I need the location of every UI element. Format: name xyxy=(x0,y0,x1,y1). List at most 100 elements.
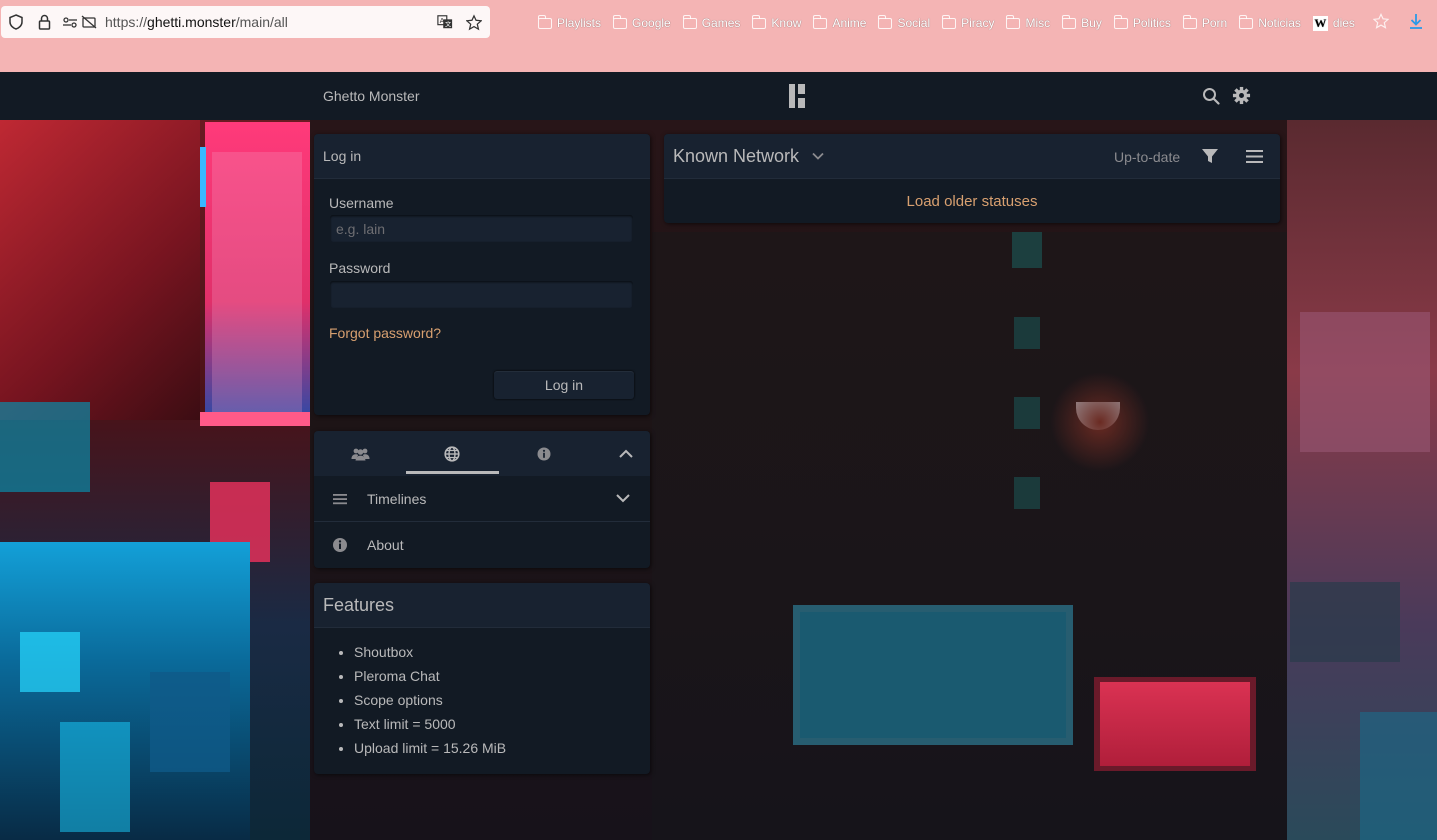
browser-chrome: https://ghetti.monster/main/all A文 Playl… xyxy=(0,0,1437,72)
bookmark-label: Google xyxy=(632,16,671,30)
list-item: Scope options xyxy=(354,692,506,716)
password-input[interactable] xyxy=(330,281,633,308)
nav-item-label: Timelines xyxy=(367,491,427,507)
info-icon xyxy=(333,538,347,552)
folder-icon xyxy=(752,14,767,29)
timeline-status: Up-to-date xyxy=(1114,149,1181,165)
bookmark-folder-anime[interactable]: Anime xyxy=(813,14,867,30)
folder-icon xyxy=(878,14,893,29)
wikipedia-icon: W xyxy=(1312,15,1328,31)
features-panel: Features Shoutbox Pleroma Chat Scope opt… xyxy=(314,583,650,774)
chevron-down-icon[interactable] xyxy=(811,149,825,163)
bookmark-folder-google[interactable]: Google xyxy=(613,14,671,30)
instance-name[interactable]: Ghetto Monster xyxy=(323,88,420,104)
bookmark-label: dies xyxy=(1332,16,1355,30)
users-icon xyxy=(351,448,369,460)
bookmark-folder-noticias[interactable]: Noticias xyxy=(1239,14,1301,30)
bookmark-folder-porn[interactable]: Porn xyxy=(1182,14,1228,30)
bookmark-label: Piracy xyxy=(961,16,995,30)
bookmark-folder-buy[interactable]: Buy xyxy=(1062,14,1102,30)
tracking-blocked-icon[interactable] xyxy=(81,14,97,30)
tab-about[interactable] xyxy=(498,431,590,476)
translate-icon[interactable]: A文 xyxy=(437,14,453,30)
lock-icon[interactable] xyxy=(36,14,52,30)
bookmark-folder-piracy[interactable]: Piracy xyxy=(942,14,995,30)
pleroma-logo-icon[interactable] xyxy=(789,84,805,108)
username-input[interactable] xyxy=(330,215,633,242)
downloads-icon[interactable] xyxy=(1408,13,1424,35)
info-circle-icon xyxy=(537,447,551,460)
timeline-panel: Known Network Up-to-date Load older stat… xyxy=(664,134,1280,223)
bookmark-label: Politics xyxy=(1132,16,1171,30)
login-title: Log in xyxy=(323,148,362,164)
bookmark-label: Playlists xyxy=(557,16,602,30)
url-scheme: https:// xyxy=(105,14,148,30)
folder-icon xyxy=(1239,14,1254,29)
timeline-header: Known Network Up-to-date xyxy=(664,134,1280,179)
reading-list-icon[interactable] xyxy=(1372,12,1390,34)
bookmark-label: Games xyxy=(701,16,741,30)
bookmark-wikipedia[interactable]: Wdies xyxy=(1312,15,1355,31)
top-nav: Ghetto Monster xyxy=(0,72,1437,120)
filter-icon[interactable] xyxy=(1201,147,1219,165)
bookmark-label: Social xyxy=(897,16,931,30)
list-item: Upload limit = 15.26 MiB xyxy=(354,740,506,764)
username-label: Username xyxy=(329,195,394,211)
timeline-title[interactable]: Known Network xyxy=(673,146,799,167)
chevron-down-icon[interactable] xyxy=(614,491,632,505)
search-icon[interactable] xyxy=(1202,87,1220,105)
folder-icon xyxy=(942,14,957,29)
url-path: /main/all xyxy=(235,14,288,30)
folder-icon xyxy=(1006,14,1021,29)
url-bar[interactable]: https://ghetti.monster/main/all A文 xyxy=(1,6,490,38)
bookmark-folder-politics[interactable]: Politics xyxy=(1113,14,1171,30)
bookmark-folder-playlists[interactable]: Playlists xyxy=(538,14,602,30)
folder-icon xyxy=(538,14,552,29)
side-nav-tabs xyxy=(314,431,650,476)
shield-icon[interactable] xyxy=(8,14,24,30)
bookmark-label: Know xyxy=(771,16,802,30)
forgot-password-link[interactable]: Forgot password? xyxy=(329,325,441,341)
tab-users[interactable] xyxy=(314,431,406,476)
features-title: Features xyxy=(323,594,395,615)
side-nav-panel: Timelines About xyxy=(314,431,650,568)
load-older-statuses-link[interactable]: Load older statuses xyxy=(664,193,1280,210)
url-text[interactable]: https://ghetti.monster/main/all xyxy=(105,14,288,30)
folder-icon xyxy=(1182,14,1197,29)
nav-item-label: About xyxy=(367,537,404,553)
tab-public[interactable] xyxy=(406,431,498,476)
bookmark-label: Misc xyxy=(1025,16,1051,30)
features-panel-header: Features xyxy=(314,583,650,628)
bars-icon xyxy=(333,494,347,505)
svg-text:文: 文 xyxy=(445,20,452,28)
bookmarks-toolbar: Playlists Google Games Know Anime Social… xyxy=(538,12,1367,34)
bookmark-folder-know[interactable]: Know xyxy=(752,14,802,30)
login-panel-header: Log in xyxy=(314,134,650,179)
folder-icon xyxy=(1113,14,1128,29)
folder-icon xyxy=(613,14,628,29)
bookmark-label: Buy xyxy=(1081,16,1102,30)
menu-icon[interactable] xyxy=(1246,148,1263,165)
gear-icon[interactable] xyxy=(1232,86,1251,105)
chevron-up-icon[interactable] xyxy=(615,443,637,465)
password-label: Password xyxy=(329,260,391,276)
features-list: Shoutbox Pleroma Chat Scope options Text… xyxy=(354,644,506,764)
nav-item-timelines[interactable]: Timelines xyxy=(314,476,650,522)
folder-icon xyxy=(1062,14,1077,29)
folder-icon xyxy=(682,14,697,29)
bookmark-label: Porn xyxy=(1201,16,1228,30)
list-item: Text limit = 5000 xyxy=(354,716,506,740)
bookmark-folder-social[interactable]: Social xyxy=(878,14,931,30)
globe-icon xyxy=(444,445,460,462)
bookmark-label: Anime xyxy=(832,16,867,30)
login-button[interactable]: Log in xyxy=(494,371,634,399)
bookmark-star-icon[interactable] xyxy=(466,13,482,30)
active-tab-indicator xyxy=(406,471,499,474)
bookmark-label: Noticias xyxy=(1258,16,1301,30)
login-panel: Log in Username Password Forgot password… xyxy=(314,134,650,415)
list-item: Shoutbox xyxy=(354,644,506,668)
bookmark-folder-games[interactable]: Games xyxy=(682,14,741,30)
nav-item-about[interactable]: About xyxy=(314,522,650,568)
bookmark-folder-misc[interactable]: Misc xyxy=(1006,14,1051,30)
permissions-icon[interactable] xyxy=(62,14,78,30)
